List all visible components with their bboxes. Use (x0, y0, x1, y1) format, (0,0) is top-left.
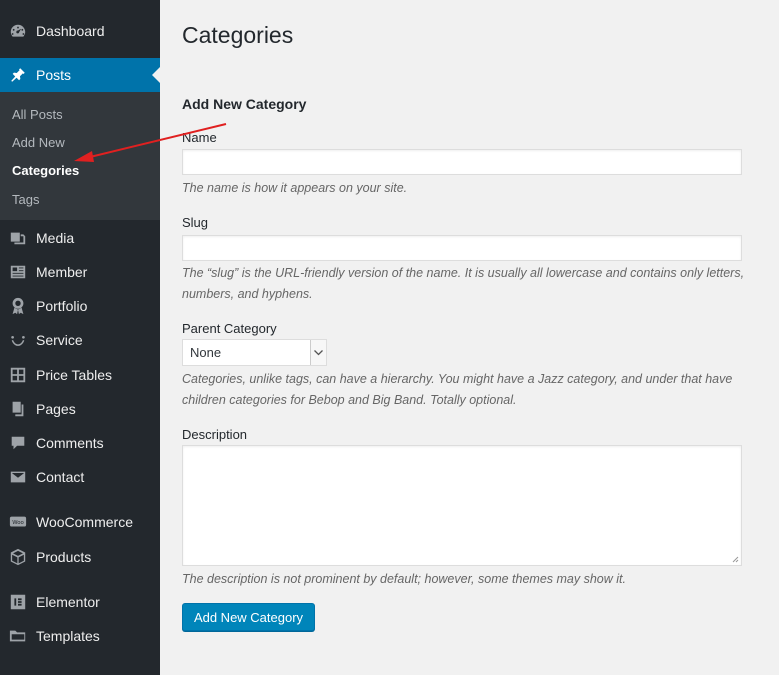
submenu-item-all-posts[interactable]: All Posts (12, 107, 63, 122)
name-label: Name (182, 130, 217, 145)
sidebar-item-templates[interactable]: Templates (0, 619, 160, 653)
sidebar-item-label: Service (36, 332, 83, 348)
dashboard-icon (8, 21, 28, 41)
media-icon (8, 228, 28, 248)
page-title: Categories (182, 22, 294, 48)
sidebar-item-service[interactable]: Service (0, 323, 160, 357)
name-help-text: The name is how it appears on your site. (182, 181, 408, 195)
sidebar-item-label: Member (36, 264, 88, 280)
sidebar-item-elementor[interactable]: Elementor (0, 585, 160, 619)
comment-icon (8, 433, 28, 453)
slug-label: Slug (182, 215, 209, 230)
folder-icon (8, 626, 28, 646)
sidebar-item-label: Posts (36, 67, 72, 83)
sidebar-item-portfolio[interactable]: Portfolio (0, 289, 160, 323)
sidebar-item-member[interactable]: Member (0, 255, 160, 289)
sidebar-item-dashboard[interactable]: Dashboard (0, 14, 160, 48)
sidebar-item-label: Contact (36, 469, 85, 485)
sidebar-item-label: Elementor (36, 594, 100, 610)
sidebar-item-media[interactable]: Media (0, 221, 160, 255)
envelope-icon (8, 467, 28, 487)
sidebar-item-posts[interactable]: Posts (0, 58, 160, 92)
smiley-icon (8, 330, 28, 350)
slug-help-text: The “slug” is the URL-friendly version o… (182, 266, 745, 301)
parent-category-help-text: Categories, unlike tags, can have a hier… (182, 372, 733, 407)
sidebar-item-woocommerce[interactable]: Woo WooCommerce (0, 505, 160, 539)
id-card-icon (8, 262, 28, 282)
sidebar-item-label: WooCommerce (36, 514, 133, 530)
sidebar-item-products[interactable]: Products (0, 540, 160, 574)
elementor-icon (8, 592, 28, 612)
form-heading: Add New Category (182, 96, 307, 112)
description-help-text: The description is not prominent by defa… (182, 572, 626, 586)
award-icon (8, 296, 28, 316)
parent-category-select[interactable]: None (182, 339, 327, 366)
admin-sidebar: Dashboard Posts All Posts Add New Catego… (0, 0, 160, 675)
name-field[interactable] (182, 149, 742, 175)
sidebar-item-label: Templates (36, 628, 100, 644)
active-menu-pointer (152, 67, 160, 83)
sidebar-item-label: Comments (36, 435, 104, 451)
box-icon (8, 547, 28, 567)
submenu-item-tags[interactable]: Tags (12, 192, 39, 207)
sidebar-item-comments[interactable]: Comments (0, 426, 160, 460)
submenu-item-categories[interactable]: Categories (12, 163, 79, 178)
pushpin-icon (8, 65, 28, 85)
parent-category-label: Parent Category (182, 321, 277, 336)
resize-handle-icon[interactable] (731, 555, 739, 563)
svg-text:Woo: Woo (12, 520, 24, 526)
description-label: Description (182, 427, 248, 442)
sidebar-item-price-tables[interactable]: Price Tables (0, 358, 160, 392)
description-textarea[interactable] (182, 445, 742, 566)
sidebar-item-label: Pages (36, 401, 76, 417)
sidebar-item-label: Products (36, 549, 92, 565)
sidebar-item-label: Price Tables (36, 367, 113, 383)
sidebar-item-pages[interactable]: Pages (0, 392, 160, 426)
slug-field[interactable] (182, 235, 742, 261)
chevron-down-icon (310, 340, 326, 365)
submenu-item-add-new[interactable]: Add New (12, 135, 65, 150)
sidebar-item-label: Media (36, 230, 75, 246)
posts-submenu: All Posts Add New Categories Tags (0, 92, 160, 220)
pages-icon (8, 399, 28, 419)
add-new-category-button[interactable]: Add New Category (182, 603, 315, 631)
woo-icon: Woo (8, 512, 28, 532)
sidebar-item-label: Dashboard (36, 23, 105, 39)
sidebar-item-contact[interactable]: Contact (0, 460, 160, 494)
parent-category-value: None (190, 345, 222, 360)
grid-icon (8, 365, 28, 385)
sidebar-item-label: Portfolio (36, 298, 88, 314)
